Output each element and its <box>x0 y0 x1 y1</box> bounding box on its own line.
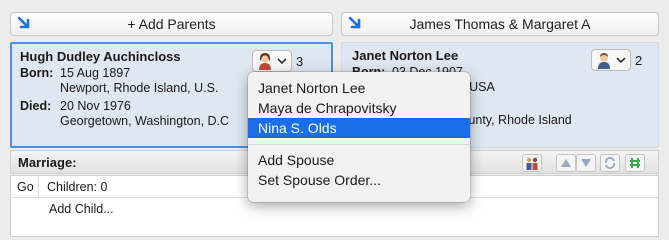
died-label: Died: <box>20 99 52 113</box>
arrow-down-right-icon <box>18 17 30 29</box>
go-column-header[interactable]: Go <box>11 176 39 197</box>
triangle-down-icon <box>581 159 591 167</box>
wife-parents-button[interactable]: James Thomas & Margaret A <box>341 12 659 36</box>
husband-died-date: 20 Nov 1976 <box>60 99 131 113</box>
add-parents-label: + Add Parents <box>127 16 216 32</box>
spouse-menu: Janet Norton Lee Maya de Chrapovitsky Ni… <box>248 72 470 202</box>
menu-item-add-spouse[interactable]: Add Spouse <box>248 150 470 170</box>
chevron-down-icon <box>277 58 287 65</box>
tree-icon <box>630 158 640 168</box>
tree-button[interactable] <box>625 154 645 172</box>
marriage-label: Marriage: <box>18 154 77 170</box>
menu-separator <box>248 144 470 145</box>
female-avatar-icon <box>259 53 271 70</box>
male-avatar-icon <box>598 53 610 69</box>
add-child-button[interactable]: Add Child... <box>11 202 658 216</box>
triangle-up-icon <box>561 159 571 167</box>
spouse-count: 2 <box>635 53 643 68</box>
arrow-down-right-icon <box>349 17 361 29</box>
family-button[interactable] <box>522 154 542 172</box>
spouse-selector[interactable] <box>591 49 631 71</box>
move-up-button[interactable] <box>556 154 576 172</box>
swap-button[interactable] <box>600 154 620 172</box>
wife-parents-label: James Thomas & Margaret A <box>409 16 591 32</box>
add-parents-button[interactable]: + Add Parents <box>10 12 333 36</box>
children-count: Children: 0 <box>47 179 108 194</box>
born-label: Born: <box>20 66 54 80</box>
husband-born-date: 15 Aug 1897 <box>60 66 131 80</box>
menu-item-spouse[interactable]: Maya de Chrapovitsky <box>248 98 470 118</box>
menu-item-spouse[interactable]: Janet Norton Lee <box>248 78 470 98</box>
spouse-selector[interactable] <box>252 50 292 72</box>
menu-item-set-spouse-order[interactable]: Set Spouse Order... <box>248 170 470 190</box>
spouse-count: 3 <box>296 54 304 69</box>
menu-item-spouse-selected[interactable]: Nina S. Olds <box>248 118 470 138</box>
family-icon <box>526 157 538 170</box>
move-down-button[interactable] <box>576 154 596 172</box>
chevron-down-icon <box>616 57 626 64</box>
swap-icon <box>605 157 615 169</box>
